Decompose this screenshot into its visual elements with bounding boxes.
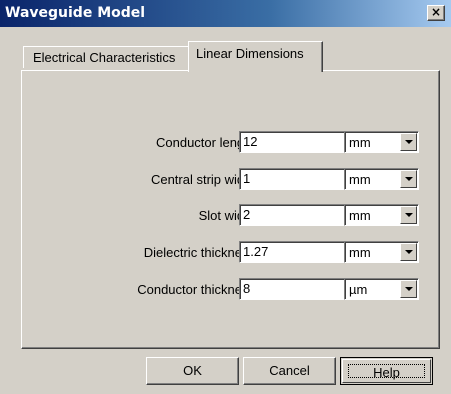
close-button[interactable]: × [427, 5, 445, 21]
row-conductor-thickness: Conductor thickness 8 µm [22, 278, 439, 303]
conductor-thickness-label: Conductor thickness [137, 282, 255, 297]
central-strip-width-unit-select[interactable]: mm [344, 168, 419, 190]
tab-linear-dimensions[interactable]: Linear Dimensions [188, 41, 323, 72]
ok-button[interactable]: OK [146, 357, 239, 385]
unit-value: mm [349, 172, 371, 187]
chevron-down-icon[interactable] [400, 206, 417, 224]
help-button[interactable]: Help [340, 357, 433, 385]
dielectric-thickness-unit-select[interactable]: mm [344, 241, 419, 263]
row-central-strip-width: Central strip width 1 mm [22, 168, 439, 193]
row-slot-width: Slot width 2 mm [22, 204, 439, 229]
chevron-down-icon[interactable] [400, 243, 417, 261]
help-button-label: Help [348, 364, 425, 380]
row-conductor-length: Conductor length 12 mm [22, 131, 439, 156]
row-dielectric-thickness: Dielectric thickness 1.27 mm [22, 241, 439, 266]
chevron-down-icon[interactable] [400, 280, 417, 298]
title-bar: Waveguide Model × [0, 0, 451, 27]
unit-value: mm [349, 135, 371, 150]
window-title: Waveguide Model [5, 5, 146, 21]
cancel-button[interactable]: Cancel [243, 357, 336, 385]
chevron-down-icon[interactable] [400, 133, 417, 151]
conductor-length-unit-select[interactable]: mm [344, 131, 419, 153]
conductor-thickness-unit-select[interactable]: µm [344, 278, 419, 300]
unit-value: µm [349, 282, 368, 297]
tab-electrical-characteristics[interactable]: Electrical Characteristics [23, 46, 196, 68]
conductor-thickness-input[interactable]: 8 [239, 278, 345, 300]
central-strip-width-input[interactable]: 1 [239, 168, 345, 190]
dielectric-thickness-input[interactable]: 1.27 [239, 241, 345, 263]
conductor-length-input[interactable]: 12 [239, 131, 345, 153]
help-button-bevel: Help [342, 359, 431, 383]
slot-width-input[interactable]: 2 [239, 204, 345, 226]
close-icon: × [430, 5, 442, 19]
unit-value: mm [349, 245, 371, 260]
slot-width-unit-select[interactable]: mm [344, 204, 419, 226]
unit-value: mm [349, 208, 371, 223]
chevron-down-icon[interactable] [400, 170, 417, 188]
linear-dimensions-panel: Conductor length 12 mm Central strip wid… [21, 70, 440, 349]
